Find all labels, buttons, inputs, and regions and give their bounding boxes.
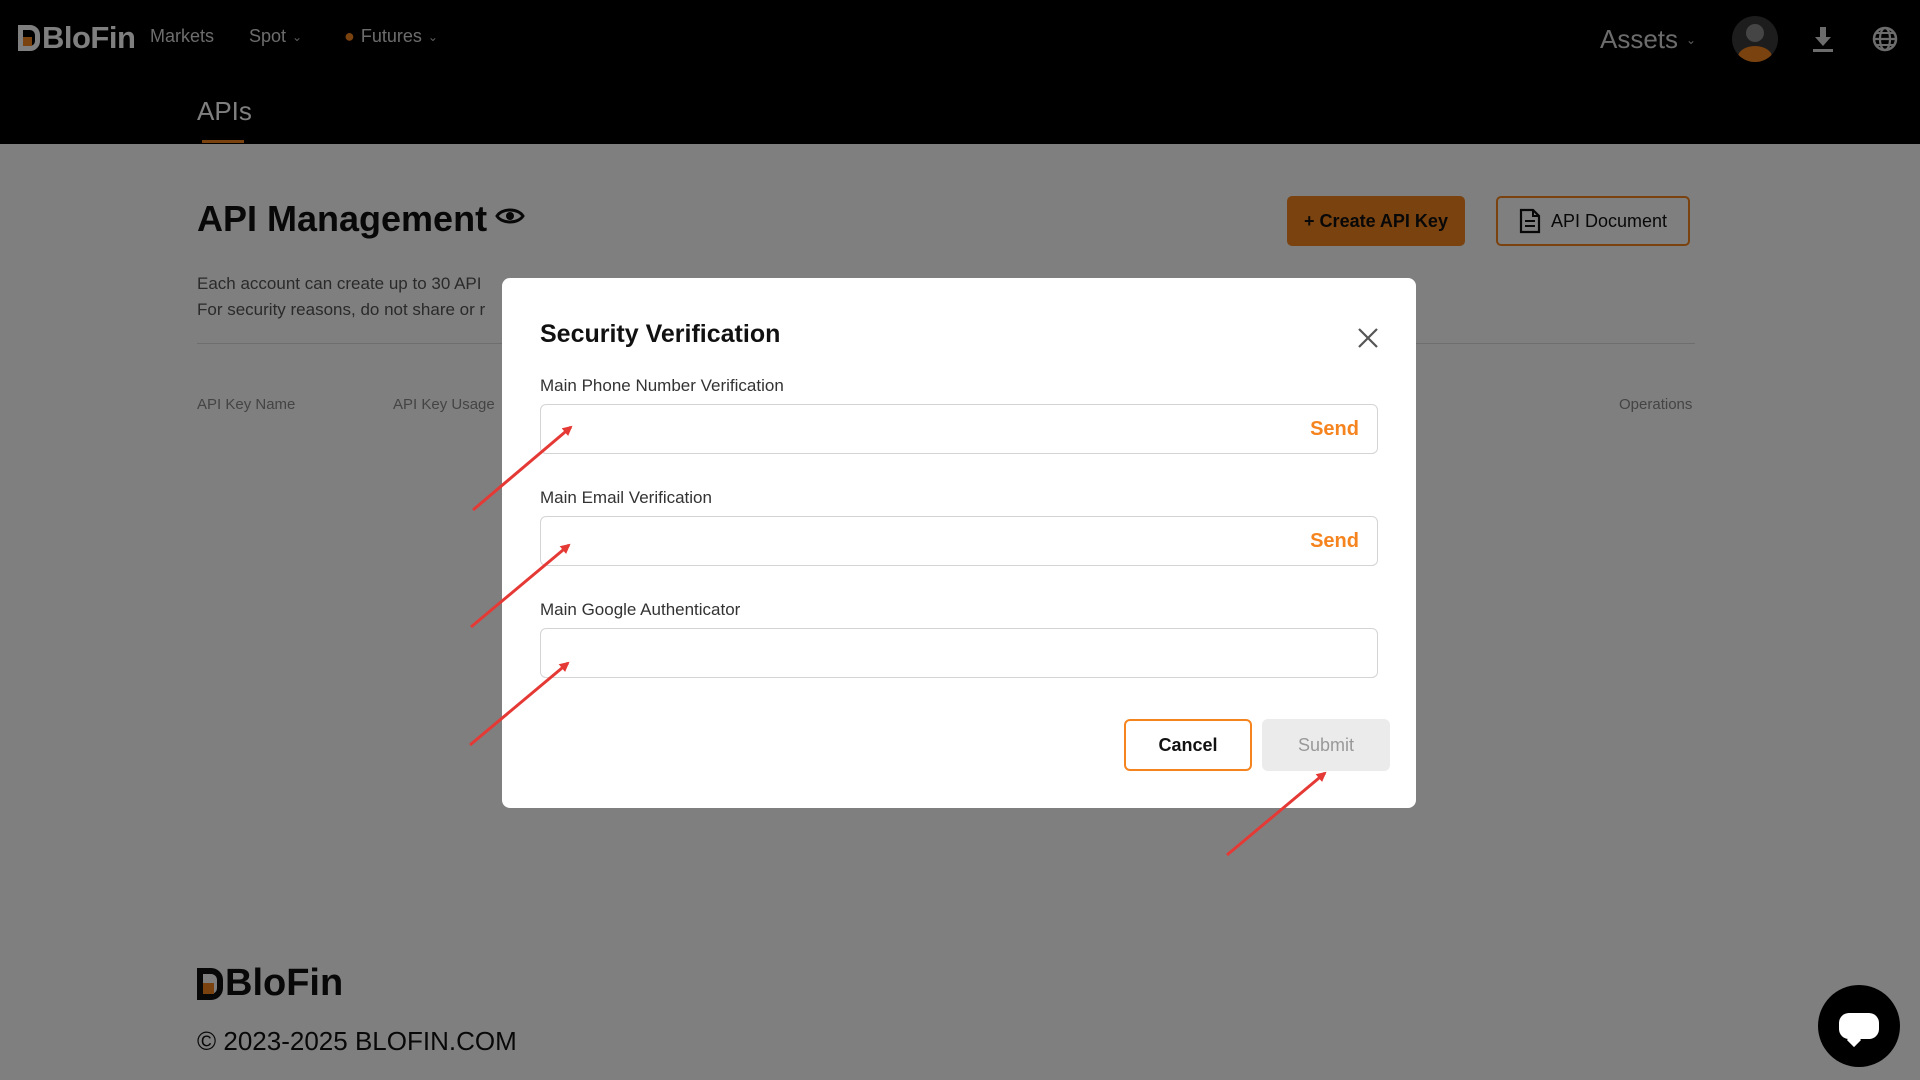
email-send-button[interactable]: Send — [1310, 530, 1359, 553]
phone-verification-field: Send — [540, 404, 1378, 454]
phone-verification-label: Main Phone Number Verification — [540, 376, 784, 395]
google-authenticator-field — [540, 628, 1378, 678]
chat-bubble-icon — [1839, 1013, 1879, 1039]
submit-button[interactable]: Submit — [1262, 719, 1390, 771]
close-icon[interactable] — [1354, 324, 1382, 352]
google-authenticator-label: Main Google Authenticator — [540, 600, 741, 619]
modal-title: Security Verification — [540, 320, 781, 348]
chat-support-button[interactable] — [1818, 985, 1900, 1067]
email-verification-field: Send — [540, 516, 1378, 566]
security-verification-modal: Security Verification Main Phone Number … — [502, 278, 1416, 808]
phone-code-input[interactable] — [541, 405, 1311, 453]
email-code-input[interactable] — [541, 517, 1311, 565]
email-verification-label: Main Email Verification — [540, 488, 712, 507]
phone-send-button[interactable]: Send — [1310, 418, 1359, 441]
cancel-button[interactable]: Cancel — [1124, 719, 1252, 771]
google-authenticator-input[interactable] — [541, 629, 1377, 677]
